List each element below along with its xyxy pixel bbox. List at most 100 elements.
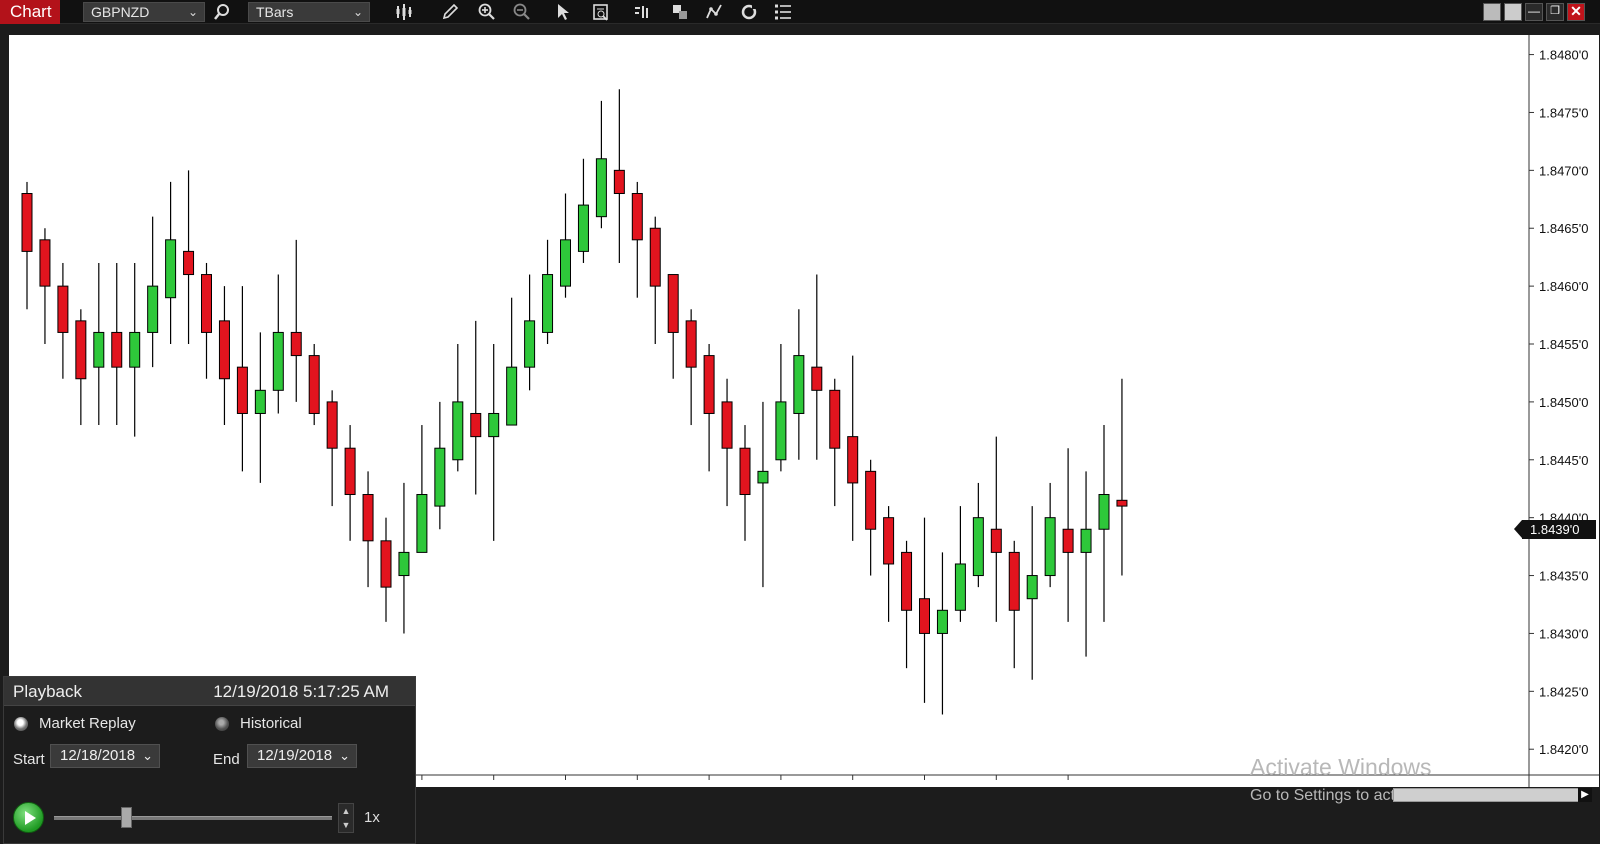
pointer-icon[interactable] — [553, 2, 573, 22]
y-tick-label: 1.8460'0 — [1539, 279, 1588, 294]
candle-up — [524, 320, 536, 368]
pencil-icon[interactable] — [440, 2, 460, 22]
playback-datetime: 12/19/2018 5:17:25 AM — [213, 682, 389, 701]
candle-up — [1080, 528, 1092, 553]
candle-up — [434, 447, 446, 507]
search-icon[interactable] — [212, 2, 232, 22]
candle-up — [93, 331, 105, 368]
start-date-value: 12/18/2018 — [60, 747, 136, 764]
candle-down — [919, 598, 930, 634]
candle-down — [811, 366, 823, 391]
candle-up — [1098, 494, 1110, 530]
candle-down — [236, 366, 248, 414]
chart-toolbar: Chart GBPNZD ⌄ TBars ⌄ — ❐ ✕ — [0, 0, 1600, 24]
candle-up — [129, 331, 141, 368]
horizontal-scrollbar[interactable] — [1393, 788, 1589, 802]
candle-up — [972, 517, 984, 577]
candle-up — [506, 366, 518, 426]
bar-type-selector[interactable]: TBars ⌄ — [248, 2, 370, 22]
candle-up — [488, 412, 500, 438]
playback-title: Playback — [13, 682, 82, 701]
zoom-in-icon[interactable] — [477, 2, 497, 22]
y-tick-label: 1.8420'0 — [1539, 742, 1588, 757]
x-tick-label: 02:15 — [693, 785, 726, 787]
x-tick-label: 03:44 — [908, 785, 941, 787]
candle-down — [75, 320, 87, 380]
candle-down — [721, 401, 733, 449]
close-button[interactable]: ✕ — [1567, 3, 1585, 21]
candle-down — [183, 250, 195, 276]
candle-up — [416, 494, 428, 553]
candle-up — [775, 401, 787, 461]
scroll-right-icon[interactable]: ▶ — [1578, 788, 1592, 802]
bars-menu-icon[interactable] — [632, 2, 652, 22]
speed-slider-thumb[interactable] — [121, 807, 133, 828]
start-date-picker[interactable]: 12/18/2018 ⌄ — [50, 744, 160, 768]
candle-up — [954, 563, 966, 611]
play-button[interactable] — [13, 802, 44, 833]
candle-down — [990, 528, 1002, 553]
candle-down — [631, 193, 643, 241]
candle-down — [613, 169, 625, 195]
tile-button[interactable] — [1483, 3, 1501, 21]
y-tick-label: 1.8475'0 — [1539, 105, 1588, 120]
y-tick-label: 1.8425'0 — [1539, 684, 1588, 699]
candle-down — [703, 355, 715, 414]
strategy-icon[interactable] — [704, 2, 724, 22]
candle-up — [147, 285, 159, 333]
radio-selected-icon — [14, 716, 28, 731]
speed-stepper[interactable]: ▲ ▼ — [338, 803, 354, 833]
historical-radio[interactable]: Historical — [215, 715, 302, 732]
candle-down — [201, 274, 212, 333]
chart-window: Chart GBPNZD ⌄ TBars ⌄ — ❐ ✕ 1.8480'0 1.… — [0, 0, 1600, 844]
candle-down — [901, 551, 913, 611]
bar-style-icon[interactable] — [394, 2, 414, 22]
candle-down — [739, 447, 751, 496]
restore-button[interactable]: ❐ — [1546, 3, 1564, 21]
candle-up — [452, 401, 464, 461]
x-tick-label: 02:41 — [765, 785, 798, 787]
market-replay-label: Market Replay — [39, 715, 136, 732]
tile-button-2[interactable] — [1504, 3, 1522, 21]
candle-up — [165, 239, 177, 299]
x-tick-label: 03:26 — [836, 785, 869, 787]
chart-tab[interactable]: Chart — [0, 0, 60, 24]
end-date-value: 12/19/2018 — [257, 747, 333, 764]
zoom-out-icon[interactable] — [512, 2, 532, 22]
playback-header: Playback 12/19/2018 5:17:25 AM — [4, 677, 415, 706]
candle-down — [883, 517, 895, 565]
candle-down — [308, 355, 320, 414]
y-tick-label: 1.8480'0 — [1539, 48, 1588, 63]
chevron-down-icon: ⌄ — [352, 5, 363, 19]
start-label: Start — [13, 751, 45, 768]
candle-down — [39, 239, 51, 287]
y-tick-label: 1.8465'0 — [1539, 221, 1588, 236]
candle-down — [344, 447, 356, 496]
market-replay-radio[interactable]: Market Replay — [14, 715, 136, 732]
radio-unselected-icon — [215, 716, 229, 731]
speed-value: 1x — [364, 809, 380, 826]
instrument-selector[interactable]: GBPNZD ⌄ — [83, 2, 205, 22]
candle-up — [398, 551, 410, 577]
price-chart[interactable]: 1.8480'0 1.8475'0 1.8470'0 1.8465'0 1.8460'0… — [9, 35, 1599, 787]
candle-down — [829, 389, 841, 449]
candle-down — [290, 331, 302, 357]
data-box-icon[interactable] — [591, 2, 611, 22]
candle-down — [1116, 499, 1128, 507]
end-label: End — [213, 751, 240, 768]
historical-label: Historical — [240, 715, 302, 732]
properties-icon[interactable] — [773, 2, 793, 22]
x-tick-label: 01:33 — [477, 785, 510, 787]
candle-down — [326, 401, 338, 449]
bar-type-value: TBars — [256, 4, 294, 20]
y-tick-label: 1.8430'0 — [1539, 626, 1588, 641]
candle-down — [1062, 528, 1074, 553]
speed-slider[interactable] — [54, 816, 332, 820]
candle-down — [470, 412, 482, 438]
minimize-button[interactable]: — — [1525, 3, 1543, 21]
end-date-picker[interactable]: 12/19/2018 ⌄ — [247, 744, 357, 768]
template-icon[interactable] — [670, 2, 690, 22]
candle-down — [649, 227, 661, 287]
refresh-icon[interactable] — [739, 2, 759, 22]
candle-down — [57, 285, 69, 333]
